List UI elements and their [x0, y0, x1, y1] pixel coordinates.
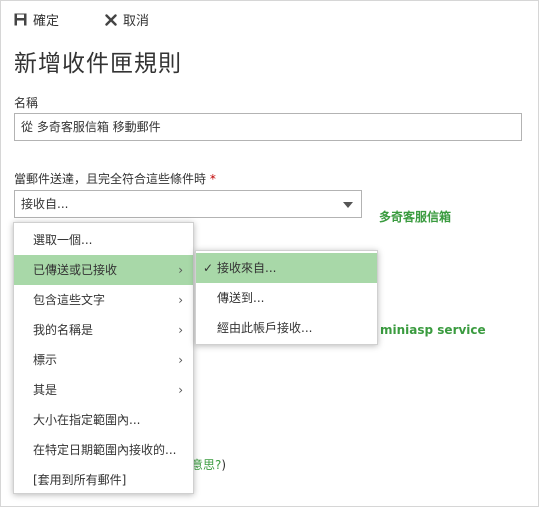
- sent-received-submenu: ✓ 接收來自... 傳送到... 經由此帳戶接收...: [195, 250, 378, 345]
- service-link[interactable]: miniasp service: [380, 323, 486, 337]
- submenu-item-label: 接收來自...: [217, 261, 277, 275]
- condition-menu: 選取一個... 已傳送或已接收 › 包含這些文字 › 我的名稱是 › 標示 › …: [13, 222, 194, 494]
- tail-paren: ): [221, 458, 227, 472]
- menu-item-label: [套用到所有郵件]: [33, 473, 127, 487]
- menu-item-sent-or-received[interactable]: 已傳送或已接收 ›: [14, 255, 193, 285]
- chevron-right-icon: ›: [178, 323, 183, 337]
- save-icon: [14, 13, 27, 26]
- chevron-right-icon: ›: [178, 353, 183, 367]
- chevron-right-icon: ›: [178, 383, 183, 397]
- menu-item-label: 選取一個...: [33, 233, 93, 247]
- submenu-item-received-via-account[interactable]: 經由此帳戶接收...: [196, 313, 377, 343]
- condition-label-text: 當郵件送達，且完全符合這些條件時: [14, 172, 207, 186]
- name-field-label: 名稱: [14, 96, 39, 110]
- menu-item-is[interactable]: 其是 ›: [14, 375, 193, 405]
- menu-item-label: 包含這些文字: [33, 293, 106, 307]
- check-icon: ✓: [203, 261, 214, 275]
- chevron-right-icon: ›: [178, 293, 183, 307]
- submenu-item-label: 經由此帳戶接收...: [217, 321, 313, 335]
- menu-item-select-one[interactable]: 選取一個...: [14, 225, 193, 255]
- menu-item-my-name-is[interactable]: 我的名稱是 ›: [14, 315, 193, 345]
- caret-down-icon: [343, 202, 353, 208]
- menu-item-apply-all[interactable]: [套用到所有郵件]: [14, 465, 193, 495]
- page-title: 新增收件匣規則: [14, 51, 182, 77]
- save-label: 確定: [33, 14, 60, 29]
- tail-link[interactable]: 意思?: [191, 458, 221, 472]
- menu-item-marked[interactable]: 標示 ›: [14, 345, 193, 375]
- condition-select-value: 接收自...: [21, 197, 69, 211]
- condition-select[interactable]: 接收自...: [14, 190, 362, 218]
- submenu-item-label: 傳送到...: [217, 291, 265, 305]
- menu-item-label: 其是: [33, 383, 58, 397]
- condition-label: 當郵件送達，且完全符合這些條件時 *: [14, 170, 216, 187]
- submenu-item-received-from[interactable]: ✓ 接收來自...: [196, 253, 377, 283]
- menu-item-label: 在特定日期範圍內接收的...: [33, 443, 177, 457]
- menu-item-label: 大小在指定範圍內...: [33, 413, 141, 427]
- required-mark: *: [209, 172, 216, 186]
- submenu-item-sent-to[interactable]: 傳送到...: [196, 283, 377, 313]
- menu-item-label: 標示: [33, 353, 58, 367]
- save-button[interactable]: 確定: [14, 10, 59, 29]
- cancel-label: 取消: [123, 14, 150, 29]
- menu-item-size-range[interactable]: 大小在指定範圍內...: [14, 405, 193, 435]
- tail-text: 意思?): [191, 456, 226, 473]
- menu-item-label: 已傳送或已接收: [33, 263, 118, 277]
- menu-item-contains-words[interactable]: 包含這些文字 ›: [14, 285, 193, 315]
- mailbox-link[interactable]: 多奇客服信箱: [379, 208, 451, 225]
- close-icon: [105, 13, 117, 26]
- menu-item-date-range[interactable]: 在特定日期範圍內接收的...: [14, 435, 193, 465]
- menu-item-label: 我的名稱是: [33, 323, 94, 337]
- name-input[interactable]: 從 多奇客服信箱 移動郵件: [14, 113, 522, 141]
- chevron-right-icon: ›: [178, 263, 183, 277]
- cancel-button[interactable]: 取消: [105, 10, 149, 29]
